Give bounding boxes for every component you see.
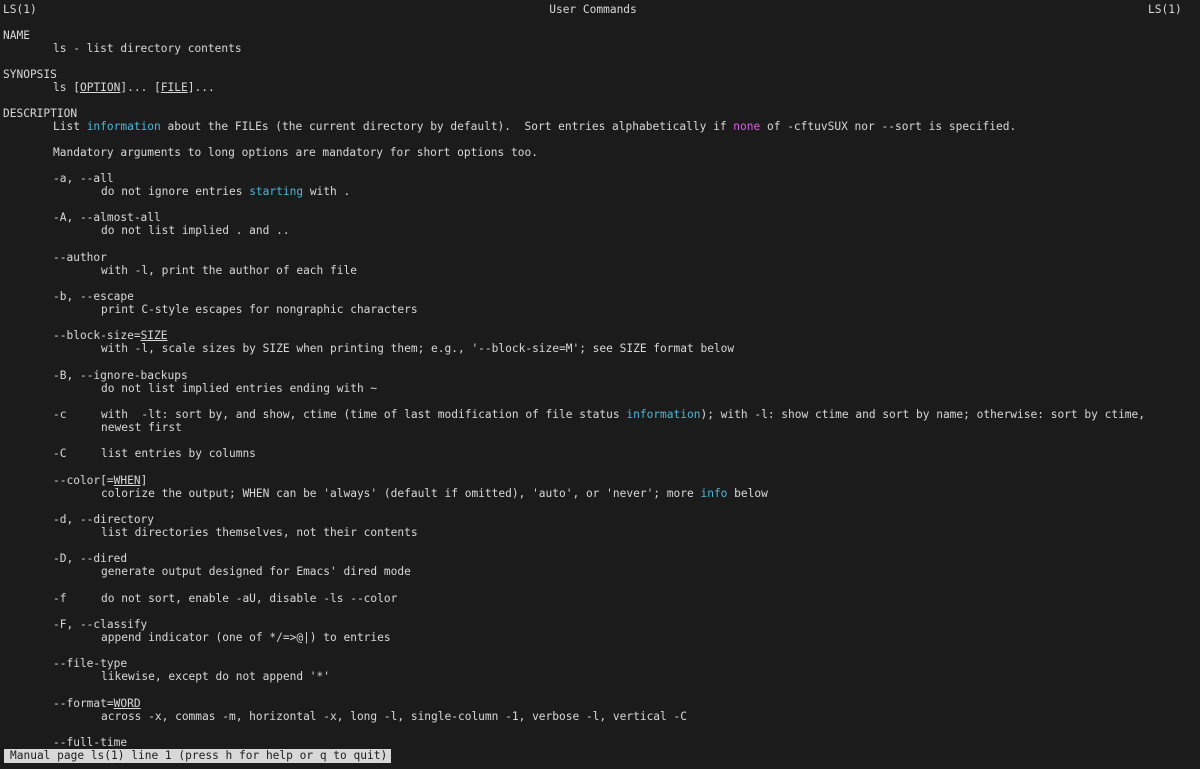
desc1-text-c: about the FILEs (the current directory b… bbox=[160, 120, 734, 133]
description-paragraph-2: Mandatory arguments to long options are … bbox=[53, 146, 538, 159]
option-format-flag: --format=WORD bbox=[53, 697, 141, 711]
desc1-highlight-information: information bbox=[86, 120, 161, 133]
format-arg: WORD bbox=[113, 697, 141, 710]
option-ignore-backups-desc: do not list implied entries ending with … bbox=[101, 382, 378, 395]
option-file-type-flag: --file-type bbox=[53, 657, 128, 670]
c-desc-c: ); with -l: show ctime and sort by name;… bbox=[700, 408, 1146, 421]
option-escape-flag: -b, --escape bbox=[53, 290, 134, 303]
option-full-time-flag: --full-time bbox=[53, 736, 128, 749]
option-author-flag: --author bbox=[53, 251, 107, 264]
option-directory-desc: list directories themselves, not their c… bbox=[101, 526, 418, 539]
option-color-flag: --color[=WHEN] bbox=[53, 474, 147, 488]
color-flag-a: --color[= bbox=[53, 474, 114, 487]
c-desc-highlight-information: information bbox=[626, 408, 701, 421]
color-desc-a: colorize the output; WHEN can be 'always… bbox=[101, 487, 701, 500]
option-almost-all-flag: -A, --almost-all bbox=[53, 211, 161, 224]
pager-status-bar: Manual page ls(1) line 1 (press h for he… bbox=[4, 749, 392, 763]
option-dired-flag: -D, --dired bbox=[53, 552, 128, 565]
color-flag-arg: WHEN bbox=[113, 474, 141, 487]
header-center: User Commands bbox=[549, 3, 637, 16]
synopsis-file-arg: FILE bbox=[160, 81, 188, 94]
desc1-text-a: List bbox=[53, 120, 87, 133]
option-color-desc: colorize the output; WHEN can be 'always… bbox=[101, 487, 768, 501]
option-all-desc: do not ignore entries starting with . bbox=[101, 185, 350, 199]
option-all-flag: -a, --all bbox=[53, 172, 114, 185]
c-desc-a: with -lt: sort by, and show, ctime (time… bbox=[101, 408, 627, 421]
section-heading-synopsis: SYNOPSIS bbox=[3, 68, 57, 81]
all-desc-highlight-starting: starting bbox=[249, 185, 304, 198]
option-author-desc: with -l, print the author of each file bbox=[101, 264, 357, 277]
option-ignore-backups-flag: -B, --ignore-backups bbox=[53, 369, 188, 382]
terminal-window[interactable]: LS(1) User Commands LS(1) NAME ls - list… bbox=[0, 0, 1200, 769]
block-size-arg: SIZE bbox=[140, 329, 168, 342]
all-desc-a: do not ignore entries bbox=[101, 185, 250, 198]
color-desc-highlight-info: info bbox=[700, 487, 728, 500]
description-paragraph-1: List information about the FILEs (the cu… bbox=[53, 120, 1016, 134]
block-size-flag-text: --block-size= bbox=[53, 329, 141, 342]
desc1-highlight-none: none bbox=[733, 120, 761, 133]
option-classify-flag: -F, --classify bbox=[53, 618, 148, 631]
all-desc-c: with . bbox=[303, 185, 351, 198]
name-text: ls - list directory contents bbox=[53, 42, 242, 55]
option-f-desc: do not sort, enable -aU, disable -ls --c… bbox=[101, 592, 398, 605]
option-f-flag: -f bbox=[53, 592, 67, 605]
option-c-desc: with -lt: sort by, and show, ctime (time… bbox=[101, 408, 1145, 422]
option-block-size-desc: with -l, scale sizes by SIZE when printi… bbox=[101, 342, 735, 355]
format-flag-text: --format= bbox=[53, 697, 114, 710]
option-file-type-desc: likewise, except do not append '*' bbox=[101, 670, 331, 683]
header-right: LS(1) bbox=[1148, 3, 1182, 16]
option-c-flag: -c bbox=[53, 408, 67, 421]
synopsis-line: ls [OPTION]... [FILE]... bbox=[53, 81, 215, 94]
option-C-desc: list entries by columns bbox=[101, 447, 256, 460]
option-directory-flag: -d, --directory bbox=[53, 513, 155, 526]
option-C-flag: -C bbox=[53, 447, 67, 460]
color-flag-b: ] bbox=[140, 474, 148, 487]
desc1-text-e: of -cftuvSUX nor --sort is specified. bbox=[760, 120, 1017, 133]
section-heading-description: DESCRIPTION bbox=[3, 107, 78, 120]
option-format-desc: across -x, commas -m, horizontal -x, lon… bbox=[101, 710, 687, 723]
synopsis-command: ls bbox=[53, 81, 67, 94]
option-almost-all-desc: do not list implied . and .. bbox=[101, 224, 290, 237]
option-escape-desc: print C-style escapes for nongraphic cha… bbox=[101, 303, 418, 316]
option-dired-desc: generate output designed for Emacs' dire… bbox=[101, 565, 411, 578]
option-block-size-flag: --block-size=SIZE bbox=[53, 329, 168, 343]
color-desc-c: below bbox=[727, 487, 768, 500]
synopsis-option-arg: OPTION bbox=[79, 81, 121, 94]
option-c-desc-cont: newest first bbox=[101, 421, 182, 434]
option-classify-desc: append indicator (one of */=>@|) to entr… bbox=[101, 631, 391, 644]
section-heading-name: NAME bbox=[3, 29, 30, 42]
